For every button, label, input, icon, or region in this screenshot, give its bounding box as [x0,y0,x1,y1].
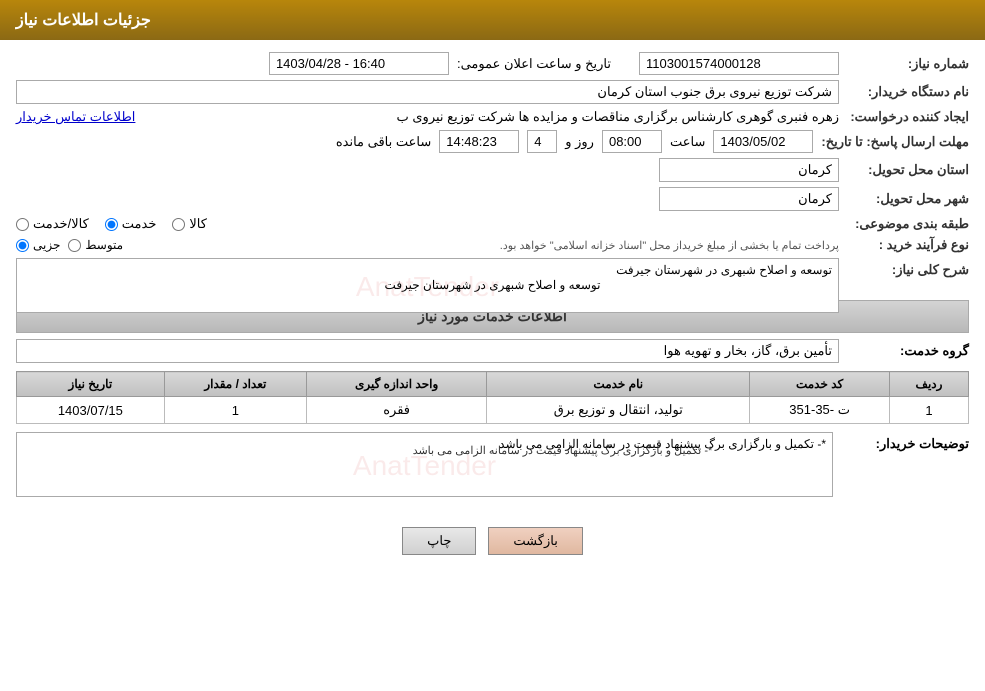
label-noeFarayand: نوع فرآیند خرید : [839,237,969,253]
services-table: ردیف کد خدمت نام خدمت واحد اندازه گیری ت… [16,371,969,424]
value-ostan: کرمان [659,158,839,182]
radio-motevaset[interactable]: متوسط [68,238,123,252]
text-noeFarayand: پرداخت تمام یا بخشی از مبلغ خریداز محل "… [131,239,839,252]
radio-kala[interactable]: کالا [172,216,207,232]
label-sharh: شرح کلی نیاز: [839,258,969,278]
radio-kala-input[interactable] [172,218,185,231]
value-groheKhadamat: تأمین برق، گاز، بخار و تهویه هوا [16,339,839,363]
value-ijadKonande: زهره فنبری گوهری کارشناس برگزاری مناقصات… [141,109,839,125]
label-ostan: استان محل تحویل: [839,162,969,178]
btn-back[interactable]: بازگشت [488,527,582,555]
label-tavazihat: توضیحات خریدار: [839,432,969,452]
value-tarikhSaat: 1403/04/28 - 16:40 [269,52,449,75]
table-row: 1ت -35-351تولید، انتقال و توزیع برقفقره1… [17,397,969,424]
col-namKhadamat: نام خدمت [487,372,750,397]
content-noeFarayand: پرداخت تمام یا بخشی از مبلغ خریداز محل "… [16,238,839,252]
content-sharh: AnatTender [16,258,839,316]
page-header: جزئیات اطلاعات نیاز [0,0,985,40]
content-tabaghe: کالا/خدمت خدمت کالا [16,216,839,232]
value-mohlatRooz: 4 [527,130,557,153]
col-tedad: تعداد / مقدار [164,372,306,397]
radio-motevaset-input[interactable] [68,239,81,252]
content-namDastgah: شرکت توزیع نیروی برق جنوب استان کرمان [16,80,839,104]
main-content: شماره نیاز: 1103001574000128 تاریخ و ساع… [0,40,985,567]
radio-jozvi[interactable]: جزیی [16,238,60,252]
radio-kala-khadamat-input[interactable] [16,218,29,231]
cell-kodKhadamat: ت -35-351 [750,397,890,424]
label-shahr: شهر محل تحویل: [839,191,969,207]
label-mohlatSaat: ساعت [670,134,705,150]
tavazihat-textarea[interactable] [16,432,833,497]
bottom-buttons: بازگشت چاپ [16,527,969,555]
row-shahr: شهر محل تحویل: کرمان [16,187,969,211]
link-ijadKonande[interactable]: اطلاعات تماس خریدار [16,109,135,125]
col-vahed: واحد اندازه گیری [306,372,486,397]
radio-khadamat[interactable]: خدمت [105,216,157,232]
row-shomareNiaz: شماره نیاز: 1103001574000128 تاریخ و ساع… [16,52,969,75]
radio-kala-khadamat-label: کالا/خدمت [33,216,89,232]
cell-radif: 1 [890,397,969,424]
content-ijadKonande: زهره فنبری گوهری کارشناس برگزاری مناقصات… [16,109,839,125]
col-radif: ردیف [890,372,969,397]
content-shahr: کرمان [16,187,839,211]
label-namDastgah: نام دستگاه خریدار: [839,84,969,100]
label-mohlat: مهلت ارسال پاسخ: تا تاریخ: [813,134,969,150]
label-groheKhadamat: گروه خدمت: [839,343,969,359]
sharh-textarea[interactable] [16,258,839,313]
radio-kala-label: کالا [189,216,207,232]
label-tarikhSaat: تاریخ و ساعت اعلان عمومی: [457,56,611,72]
content-mohlat: 1403/05/02 ساعت 08:00 روز و 4 14:48:23 س… [16,130,813,153]
row-groheKhadamat: گروه خدمت: تأمین برق، گاز، بخار و تهویه … [16,339,969,363]
radio-motevaset-label: متوسط [85,238,123,252]
row-namDastgah: نام دستگاه خریدار: شرکت توزیع نیروی برق … [16,80,969,104]
label-mohlatRooz: روز و [565,134,594,150]
label-mohlatManande: ساعت باقی مانده [336,134,431,150]
cell-vahed: فقره [306,397,486,424]
row-ijadKonande: ایجاد کننده درخواست: زهره فنبری گوهری کا… [16,109,969,125]
label-shomareNiaz: شماره نیاز: [839,56,969,72]
row-tavazihat: توضیحات خریدار: AnatTender [16,432,969,500]
radio-khadamat-input[interactable] [105,218,118,231]
page-title: جزئیات اطلاعات نیاز [16,12,151,29]
cell-namKhadamat: تولید، انتقال و توزیع برق [487,397,750,424]
value-mohlatSaat: 08:00 [602,130,662,153]
value-mohlatManande: 14:48:23 [439,130,519,153]
value-mohlatDate: 1403/05/02 [713,130,813,153]
value-shahr: کرمان [659,187,839,211]
value-namDastgah: شرکت توزیع نیروی برق جنوب استان کرمان [16,80,839,104]
col-tarikh: تاریخ نیاز [17,372,165,397]
label-tabaghe: طبقه بندی موضوعی: [839,216,969,232]
row-sharh: شرح کلی نیاز: AnatTender [16,258,969,316]
row-mohlat: مهلت ارسال پاسخ: تا تاریخ: 1403/05/02 سا… [16,130,969,153]
row-tabaghe: طبقه بندی موضوعی: کالا/خدمت خدمت کالا [16,216,969,232]
label-ijadKonande: ایجاد کننده درخواست: [839,109,969,125]
radio-khadamat-label: خدمت [122,216,157,232]
radio-jozvi-input[interactable] [16,239,29,252]
radio-kala-khadamat[interactable]: کالا/خدمت [16,216,89,232]
col-kodKhadamat: کد خدمت [750,372,890,397]
radio-jozvi-label: جزیی [33,238,60,252]
content-ostan: کرمان [16,158,839,182]
value-shomareNiaz: 1103001574000128 [639,52,839,75]
cell-tedad: 1 [164,397,306,424]
cell-tarikheNiaz: 1403/07/15 [17,397,165,424]
row-noeFarayand: نوع فرآیند خرید : پرداخت تمام یا بخشی از… [16,237,969,253]
row-ostan: استان محل تحویل: کرمان [16,158,969,182]
page-container: جزئیات اطلاعات نیاز شماره نیاز: 11030015… [0,0,985,691]
content-shomareNiaz: 1103001574000128 تاریخ و ساعت اعلان عموم… [16,52,839,75]
btn-print[interactable]: چاپ [402,527,476,555]
